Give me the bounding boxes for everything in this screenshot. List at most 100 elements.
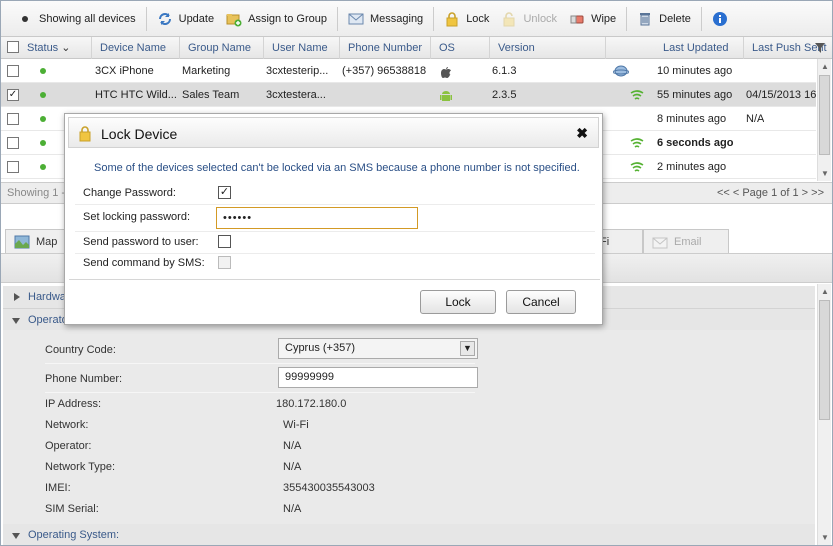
table-row[interactable]: 3CX iPhone Marketing 3cxtesterip... (+35… [1,59,816,83]
scroll-thumb[interactable] [819,75,830,155]
toolbar: Showing all devices Update Assign to Gro… [1,1,832,37]
pager[interactable]: << < Page 1 of 1 > >> [717,187,824,199]
row-divider [45,392,475,393]
assign-group-button[interactable]: Assign to Group [220,6,333,32]
close-icon[interactable]: ✖ [576,125,588,142]
row-divider [75,231,595,232]
locking-password-input[interactable]: •••••• [216,207,418,229]
delete-button[interactable]: Delete [631,6,697,32]
column-user-name[interactable]: User Name [263,37,339,59]
toolbar-divider [433,6,435,31]
column-last-updated[interactable]: Last Updated [655,37,743,59]
ip-address-value: 180.172.180.0 [276,398,347,410]
cell-user-name: 3cxtestera... [266,89,326,101]
messaging-button[interactable]: Messaging [342,6,429,32]
phone-number-input[interactable]: 99999999 [278,367,478,388]
app-window: Showing all devices Update Assign to Gro… [0,0,833,546]
imei-label: IMEI: [45,482,71,494]
lock-confirm-button[interactable]: Lock [420,290,496,314]
row-checkbox[interactable] [7,65,19,77]
column-phone-number[interactable]: Phone Number [339,37,429,59]
trash-icon [637,11,653,27]
sim-serial-value: N/A [283,503,302,515]
cell-last-updated: 55 minutes ago [657,89,733,101]
dialog-titlebar: Lock Device ✖ [68,117,599,148]
operator-value: N/A [283,440,302,452]
padlock-icon [77,125,93,145]
cancel-button[interactable]: Cancel [506,290,576,314]
column-os[interactable]: OS [430,37,485,59]
tab-email[interactable]: Email [643,229,729,253]
toolbar-divider [336,6,338,31]
unlock-label: Unlock [523,12,558,25]
showing-all-button[interactable]: Showing all devices [11,6,142,32]
send-password-label: Send password to user: [83,236,199,248]
scroll-thumb[interactable] [819,300,830,420]
envelope-icon [348,11,364,27]
operator-label: Operator: [45,440,92,452]
status-online-icon [40,164,46,170]
chevron-down-icon [12,318,20,324]
cell-device-name: HTC HTC Wild... [95,89,177,101]
country-code-value: Cyprus (+357) [285,342,356,354]
lock-label: Lock [466,12,490,25]
scroll-up-icon[interactable]: ▲ [821,287,829,296]
status-online-icon [40,116,46,122]
chevron-down-icon: ⌄ [61,42,71,54]
country-code-select[interactable]: Cyprus (+357) ▼ [278,338,478,359]
chevron-down-icon [12,533,20,539]
dialog-title: Lock Device [101,126,178,142]
wipe-label: Wipe [591,12,617,25]
lock-button[interactable]: Lock [438,6,495,32]
paging-summary: Showing 1 - [7,187,66,199]
chevron-down-icon[interactable]: ▼ [460,341,475,356]
row-checkbox[interactable] [7,137,19,149]
scroll-down-icon[interactable]: ▼ [821,169,829,178]
wipe-button[interactable]: Wipe [563,6,622,32]
ip-address-label: IP Address: [45,398,102,410]
apple-icon [439,64,453,78]
column-network[interactable] [605,37,635,59]
change-password-checkbox[interactable]: ✓ [218,186,231,199]
detail-scrollbar[interactable]: ▲ ▼ [817,284,831,545]
dialog-footer-divider [69,279,600,280]
row-divider [75,253,595,254]
column-status[interactable]: Status ⌄ [21,37,87,59]
cell-user-name: 3cxtesterip... [266,65,329,77]
update-label: Update [178,12,215,25]
status-online-icon [40,140,46,146]
delete-label: Delete [659,12,691,25]
info-icon [712,11,728,27]
column-version[interactable]: Version [489,37,605,59]
send-password-checkbox[interactable] [218,235,231,248]
row-checkbox[interactable]: ✓ [7,89,19,101]
section-operating-system-label: Operating System: [28,529,120,541]
scroll-up-icon[interactable]: ▲ [821,62,829,71]
wifi-icon [629,87,645,103]
globe-icon [613,63,629,79]
row-divider [75,204,595,205]
cell-version: 2.3.5 [492,89,517,101]
toolbar-divider [145,6,147,31]
cell-phone-number: (+357) 96538818 [342,65,427,77]
grid-scrollbar[interactable]: ▲ ▼ [817,59,831,181]
unlock-button[interactable]: Unlock [495,6,563,32]
send-sms-checkbox[interactable] [218,256,231,269]
column-device-name[interactable]: Device Name [91,37,175,59]
scroll-down-icon[interactable]: ▼ [821,533,829,542]
grid-header: Status ⌄ Device Name Group Name User Nam… [1,37,832,59]
update-button[interactable]: Update [151,6,220,32]
network-type-label: Network Type: [45,461,116,473]
tab-map-label: Map [36,236,58,248]
select-all-checkbox[interactable] [7,41,19,53]
row-checkbox[interactable] [7,113,19,125]
row-checkbox[interactable] [7,161,19,173]
column-group-name[interactable]: Group Name [179,37,263,59]
filter-icon[interactable] [814,42,826,57]
table-row[interactable]: ✓ HTC HTC Wild... Sales Team 3cxtestera.… [1,83,816,107]
tab-email-label: Email [674,236,702,248]
padlock-icon [444,11,460,27]
set-password-label: Set locking password: [83,211,190,223]
section-operating-system[interactable]: Operating System: [3,524,815,545]
info-button[interactable] [706,6,740,32]
